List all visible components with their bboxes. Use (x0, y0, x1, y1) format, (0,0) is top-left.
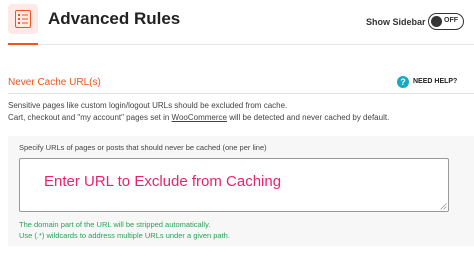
woocommerce-link[interactable]: WooCommerce (172, 113, 227, 122)
never-cache-urls-textarea[interactable]: Enter URL to Exclude from Caching (19, 158, 449, 212)
settings-list-icon (8, 4, 38, 34)
page-title: Advanced Rules (48, 9, 181, 28)
section-divider (8, 93, 474, 94)
show-sidebar-toggle[interactable]: OFF (428, 13, 464, 30)
section-title: Never Cache URL(s) (8, 77, 101, 88)
show-sidebar-label: Show Sidebar (366, 17, 426, 27)
description-text: will be detected and never cached by def… (226, 113, 390, 122)
description-line-2: Cart, checkout and "my account" pages se… (8, 112, 389, 124)
description-text: Cart, checkout and "my account" pages se… (8, 113, 172, 122)
hint-line-1: The domain part of the URL will be strip… (19, 220, 211, 229)
header-divider-accent (8, 43, 38, 45)
toggle-knob (431, 16, 442, 27)
section-description: Sensitive pages like custom login/logout… (8, 100, 389, 124)
toggle-state-text: OFF (444, 17, 458, 24)
need-help-label: NEED HELP? (413, 78, 458, 85)
description-line-1: Sensitive pages like custom login/logout… (8, 101, 288, 110)
never-cache-field-label: Specify URLs of pages or posts that shou… (19, 143, 267, 152)
header: Advanced Rules Show Sidebar OFF (0, 0, 474, 44)
header-divider (8, 43, 474, 45)
field-hint: The domain part of the URL will be strip… (19, 219, 230, 241)
hint-line-2: Use (.*) wildcards to address multiple U… (19, 231, 230, 240)
help-icon: ? (397, 76, 409, 88)
resize-handle-icon[interactable] (440, 203, 447, 210)
